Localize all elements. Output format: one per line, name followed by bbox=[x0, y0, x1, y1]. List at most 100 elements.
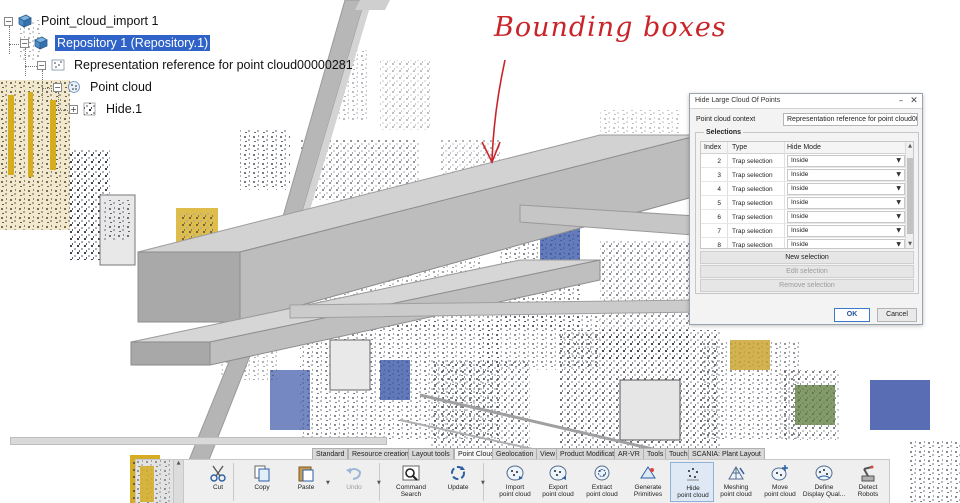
button-label: Generate Primitives bbox=[626, 484, 670, 498]
tab-tools[interactable]: Tools bbox=[643, 448, 668, 459]
extract-point-cloud-button[interactable]: Extract point cloud bbox=[580, 462, 624, 502]
viewer-horizontal-scrollbar[interactable] bbox=[10, 437, 387, 445]
tab-geolocation[interactable]: Geolocation bbox=[492, 448, 538, 459]
copy-icon bbox=[254, 465, 270, 482]
button-label: Extract point cloud bbox=[580, 484, 624, 498]
button-label: Meshing point cloud bbox=[714, 484, 758, 498]
chevron-down-icon: ▼ bbox=[896, 241, 901, 248]
export-point-cloud-button[interactable]: Export point cloud bbox=[536, 462, 580, 502]
command-search-button[interactable]: Command Search bbox=[389, 462, 433, 502]
context-field[interactable]: Representation reference for point cloud… bbox=[783, 113, 918, 126]
hide-mode-dropdown[interactable]: Inside ▼ bbox=[787, 155, 905, 167]
expand-toggle[interactable]: + bbox=[69, 104, 78, 114]
undo-button[interactable]: Undo bbox=[332, 462, 376, 502]
collapse-toggle[interactable]: − bbox=[37, 60, 46, 70]
table-header: Index Type Hide Mode bbox=[701, 142, 906, 154]
display-quality-icon bbox=[815, 465, 833, 481]
row-type: Trap selection bbox=[732, 214, 773, 221]
edit-selection-button[interactable]: Edit selection bbox=[700, 265, 914, 278]
button-label-line2: point cloud bbox=[764, 491, 796, 498]
close-icon[interactable]: ✕ bbox=[909, 95, 919, 107]
tab-scania-plant-layout[interactable]: SCANIA: Plant Layout bbox=[688, 448, 765, 459]
hide-mode-dropdown[interactable]: Inside ▼ bbox=[787, 197, 905, 209]
button-label-line1: Copy bbox=[254, 484, 270, 491]
copy-button[interactable]: Copy bbox=[240, 462, 284, 502]
tab-ar-vr[interactable]: AR-VR bbox=[614, 448, 644, 459]
collapse-toggle[interactable]: − bbox=[53, 82, 62, 92]
tree-item-representation[interactable]: − Representation reference for point clo… bbox=[37, 55, 355, 75]
button-label-line1: Hide bbox=[686, 485, 700, 492]
selections-legend: Selections bbox=[704, 129, 744, 136]
paste-icon bbox=[298, 466, 314, 482]
meshing-point-cloud-icon bbox=[728, 466, 745, 480]
scroll-thumb[interactable] bbox=[907, 158, 913, 234]
collapse-toggle[interactable]: − bbox=[4, 16, 13, 26]
tab-resource-creation[interactable]: Resource creation bbox=[348, 448, 413, 459]
hide-mode-dropdown[interactable]: Inside ▼ bbox=[787, 183, 905, 195]
detect-robots-button[interactable]: Detect Robots bbox=[846, 462, 890, 502]
hide-point-cloud-button[interactable]: Hide point cloud bbox=[670, 462, 714, 502]
row-index: 3 bbox=[717, 172, 721, 179]
paste-dropdown-arrow-icon[interactable]: ▼ bbox=[326, 480, 330, 486]
button-label-line1: Meshing bbox=[723, 484, 749, 491]
tab-layout-tools[interactable]: Layout tools bbox=[408, 448, 454, 459]
table-row[interactable]: 8 Trap selection Inside ▼ bbox=[701, 238, 906, 249]
meshing-point-cloud-button[interactable]: Meshing point cloud bbox=[714, 462, 758, 502]
hide-mode-dropdown[interactable]: Inside ▼ bbox=[787, 239, 905, 248]
collapse-toggle[interactable]: − bbox=[20, 38, 29, 48]
product-icon bbox=[18, 14, 32, 28]
tree-item-point-cloud[interactable]: − Point cloud bbox=[53, 77, 154, 97]
tree-item-root[interactable]: − Point_cloud_import 1 bbox=[4, 11, 160, 31]
button-label-line1: Extract bbox=[591, 484, 613, 491]
tree-item-repository[interactable]: − Repository 1 (Repository.1) bbox=[20, 33, 211, 53]
table-scrollbar[interactable]: ▲ ▼ bbox=[905, 142, 913, 248]
table-row[interactable]: 2 Trap selection Inside ▼ bbox=[701, 154, 906, 168]
hide-mode-dropdown[interactable]: Inside ▼ bbox=[787, 211, 905, 223]
table-row[interactable]: 5 Trap selection Inside ▼ bbox=[701, 196, 906, 210]
import-point-cloud-icon bbox=[506, 465, 524, 481]
update-button[interactable]: Update bbox=[436, 462, 480, 502]
tab-standard[interactable]: Standard bbox=[312, 448, 349, 459]
scroll-down-icon[interactable]: ▼ bbox=[906, 240, 913, 248]
dialog-titlebar[interactable]: Hide Large Cloud Of Points – ✕ bbox=[690, 94, 922, 109]
ribbon-left-scrollbar[interactable]: ▲ bbox=[173, 460, 183, 503]
hide-mode-value: Inside bbox=[791, 199, 809, 206]
hide-mode-dropdown[interactable]: Inside ▼ bbox=[787, 225, 905, 237]
import-point-cloud-button[interactable]: Import point cloud bbox=[493, 462, 537, 502]
ok-button[interactable]: OK bbox=[834, 308, 870, 322]
hide-mode-dropdown[interactable]: Inside ▼ bbox=[787, 169, 905, 181]
cancel-button[interactable]: Cancel bbox=[877, 308, 917, 322]
row-type: Trap selection bbox=[732, 242, 773, 249]
paste-button[interactable]: Paste bbox=[284, 462, 328, 502]
update-icon bbox=[451, 466, 465, 480]
ribbon-tabbar: Standard Resource creation Layout tools Poi… bbox=[312, 448, 772, 459]
table-row[interactable]: 3 Trap selection Inside ▼ bbox=[701, 168, 906, 182]
button-label-line1: Undo bbox=[346, 484, 362, 491]
move-point-cloud-icon bbox=[771, 465, 788, 481]
minimize-icon[interactable]: – bbox=[896, 95, 906, 107]
button-label: Move point cloud bbox=[758, 484, 802, 498]
button-label-line1: Generate bbox=[634, 484, 662, 491]
update-dropdown-arrow-icon[interactable]: ▼ bbox=[481, 480, 485, 486]
move-point-cloud-button[interactable]: Move point cloud bbox=[758, 462, 802, 502]
export-point-cloud-icon bbox=[549, 465, 567, 481]
display-quality-button[interactable]: Define Display Qual... bbox=[802, 462, 846, 502]
table-row[interactable]: 7 Trap selection Inside ▼ bbox=[701, 224, 906, 238]
scroll-up-icon[interactable]: ▲ bbox=[906, 142, 913, 150]
button-label-line2: point cloud bbox=[542, 491, 574, 498]
tree-item-hide[interactable]: + Hide.1 bbox=[69, 99, 144, 119]
undo-dropdown-arrow-icon[interactable]: ▼ bbox=[377, 480, 381, 486]
point-cloud-icon bbox=[68, 81, 80, 93]
hide-mode-value: Inside bbox=[791, 157, 809, 164]
hide-mode-value: Inside bbox=[791, 227, 809, 234]
selections-group: Selections Index Type Hide Mode 2 Trap se… bbox=[695, 129, 919, 294]
generate-primitives-button[interactable]: Generate Primitives bbox=[626, 462, 670, 502]
row-type: Trap selection bbox=[732, 158, 773, 165]
table-row[interactable]: 6 Trap selection Inside ▼ bbox=[701, 210, 906, 224]
row-type: Trap selection bbox=[732, 186, 773, 193]
remove-selection-button[interactable]: Remove selection bbox=[700, 279, 914, 292]
command-search-icon bbox=[402, 465, 420, 481]
button-label: Define Display Qual... bbox=[802, 484, 846, 498]
table-row[interactable]: 4 Trap selection Inside ▼ bbox=[701, 182, 906, 196]
new-selection-button[interactable]: New selection bbox=[700, 251, 914, 264]
